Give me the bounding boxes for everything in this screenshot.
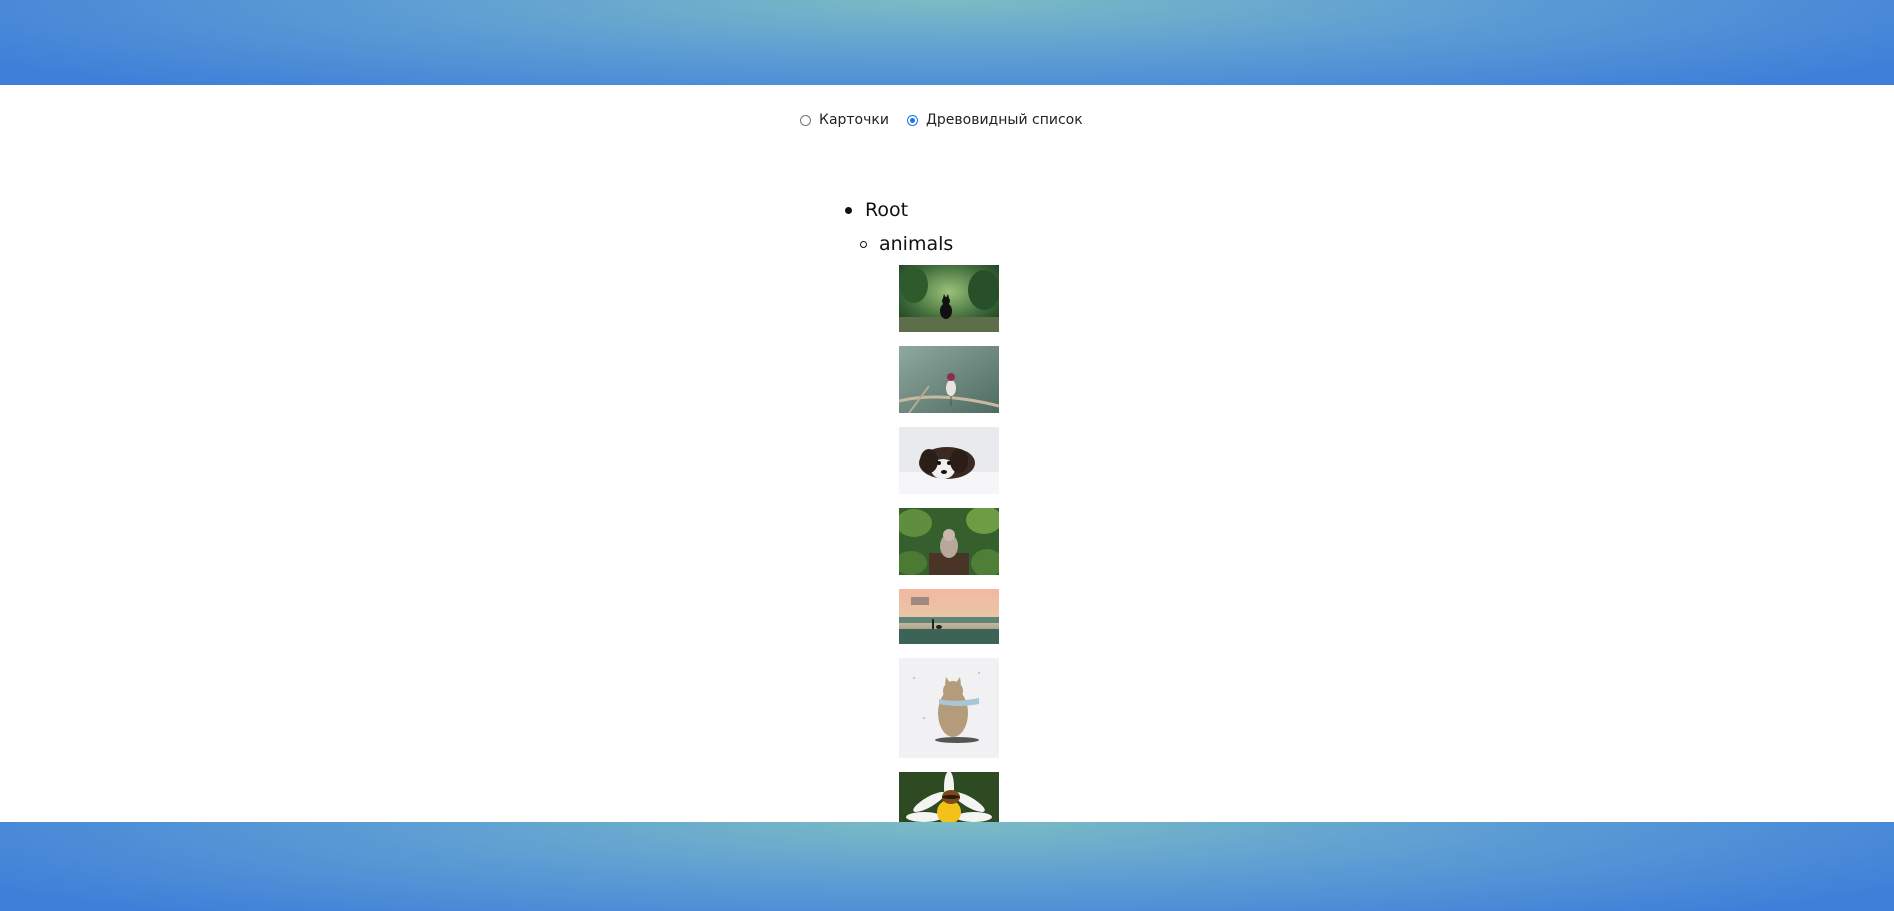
view-option-cards[interactable]: Карточки <box>800 112 889 128</box>
dog-in-snow-image[interactable] <box>899 427 999 494</box>
animals-label: animals <box>879 233 954 255</box>
root-label: Root <box>865 199 909 221</box>
view-option-tree[interactable]: Древовидный список <box>906 112 1083 128</box>
header-band <box>0 0 1894 85</box>
tree-list: Root animals <box>845 193 953 261</box>
monkey-in-leaves-image[interactable] <box>899 508 999 575</box>
main-content: Карточки Древовидный список Root animals <box>0 85 1894 822</box>
image-list <box>899 265 999 822</box>
bird-on-branch-image[interactable] <box>899 346 999 413</box>
footer-band <box>0 822 1894 911</box>
view-toggle: Карточки Древовидный список <box>800 112 1101 128</box>
black-cat-forest-image[interactable] <box>899 265 999 332</box>
beach-sunset-image[interactable] <box>899 589 999 644</box>
cards-radio[interactable] <box>800 114 811 126</box>
tree-label: Древовидный список <box>925 112 1083 128</box>
disc-bullet-icon <box>845 206 852 214</box>
tree-radio[interactable] <box>906 114 918 126</box>
circle-bullet-icon <box>860 240 867 248</box>
cards-label: Карточки <box>819 112 889 128</box>
cartoon-hamster-image[interactable] <box>899 658 999 758</box>
tree-node-root[interactable]: Root <box>845 193 953 227</box>
bee-on-daisy-image[interactable] <box>899 772 999 822</box>
tree-node-animals[interactable]: animals <box>860 227 953 261</box>
